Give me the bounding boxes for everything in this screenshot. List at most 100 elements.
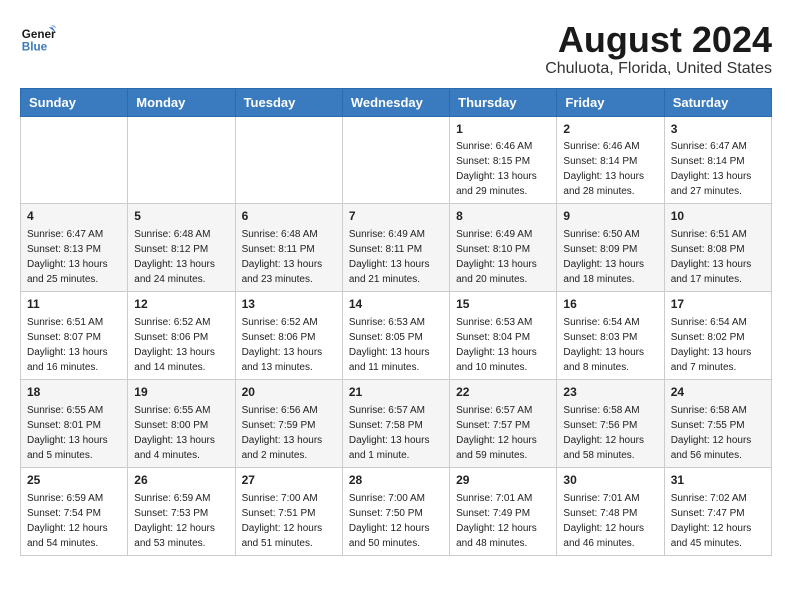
day-info: Sunrise: 6:57 AM Sunset: 7:57 PM Dayligh… (456, 403, 550, 463)
calendar-day-24: 24 Sunrise: 6:58 AM Sunset: 7:55 PM Dayli… (664, 379, 771, 467)
day-number: 18 (27, 384, 121, 401)
calendar-day-31: 31 Sunrise: 7:02 AM Sunset: 7:47 PM Dayli… (664, 467, 771, 555)
svg-text:Blue: Blue (22, 41, 48, 54)
day-info: Sunrise: 6:52 AM Sunset: 8:06 PM Dayligh… (134, 315, 228, 375)
day-info: Sunrise: 6:51 AM Sunset: 8:08 PM Dayligh… (671, 227, 765, 287)
day-number: 3 (671, 121, 765, 138)
day-number: 30 (563, 472, 657, 489)
day-number: 10 (671, 208, 765, 225)
day-number: 26 (134, 472, 228, 489)
day-info: Sunrise: 6:49 AM Sunset: 8:10 PM Dayligh… (456, 227, 550, 287)
day-info: Sunrise: 6:54 AM Sunset: 8:02 PM Dayligh… (671, 315, 765, 375)
day-header-monday: Monday (128, 88, 235, 116)
calendar-day-10: 10 Sunrise: 6:51 AM Sunset: 8:08 PM Dayli… (664, 204, 771, 292)
svg-text:General: General (22, 28, 56, 41)
calendar-day-15: 15 Sunrise: 6:53 AM Sunset: 8:04 PM Dayli… (450, 292, 557, 380)
calendar-day-17: 17Sunrise: 6:54 AM Sunset: 8:02 PM Dayli… (664, 292, 771, 380)
calendar-day-5: 5 Sunrise: 6:48 AM Sunset: 8:12 PM Daylig… (128, 204, 235, 292)
calendar-day-7: 7 Sunrise: 6:49 AM Sunset: 8:11 PM Daylig… (342, 204, 449, 292)
day-info: Sunrise: 6:58 AM Sunset: 7:56 PM Dayligh… (563, 403, 657, 463)
day-number: 27 (242, 472, 336, 489)
day-number: 25 (27, 472, 121, 489)
day-info: Sunrise: 6:56 AM Sunset: 7:59 PM Dayligh… (242, 403, 336, 463)
day-info: Sunrise: 6:57 AM Sunset: 7:58 PM Dayligh… (349, 403, 443, 463)
day-number: 19 (134, 384, 228, 401)
day-number: 23 (563, 384, 657, 401)
day-info: Sunrise: 7:02 AM Sunset: 7:47 PM Dayligh… (671, 491, 765, 551)
day-number: 31 (671, 472, 765, 489)
day-number: 15 (456, 296, 550, 313)
header: General Blue August 2024 Chuluota, Flori… (20, 20, 772, 78)
calendar-day-empty (128, 116, 235, 204)
calendar-day-22: 22Sunrise: 6:57 AM Sunset: 7:57 PM Dayli… (450, 379, 557, 467)
day-number: 2 (563, 121, 657, 138)
day-number: 9 (563, 208, 657, 225)
day-info: Sunrise: 6:46 AM Sunset: 8:14 PM Dayligh… (563, 139, 657, 199)
calendar-day-8: 8 Sunrise: 6:49 AM Sunset: 8:10 PM Daylig… (450, 204, 557, 292)
day-info: Sunrise: 6:52 AM Sunset: 8:06 PM Dayligh… (242, 315, 336, 375)
calendar-day-empty (342, 116, 449, 204)
day-number: 7 (349, 208, 443, 225)
day-info: Sunrise: 6:48 AM Sunset: 8:11 PM Dayligh… (242, 227, 336, 287)
day-number: 6 (242, 208, 336, 225)
calendar-day-14: 14Sunrise: 6:53 AM Sunset: 8:05 PM Dayli… (342, 292, 449, 380)
day-info: Sunrise: 6:50 AM Sunset: 8:09 PM Dayligh… (563, 227, 657, 287)
day-info: Sunrise: 7:00 AM Sunset: 7:50 PM Dayligh… (349, 491, 443, 551)
day-info: Sunrise: 6:46 AM Sunset: 8:15 PM Dayligh… (456, 139, 550, 199)
day-header-friday: Friday (557, 88, 664, 116)
calendar-day-empty (235, 116, 342, 204)
calendar-day-29: 29Sunrise: 7:01 AM Sunset: 7:49 PM Dayli… (450, 467, 557, 555)
day-number: 11 (27, 296, 121, 313)
calendar-day-3: 3Sunrise: 6:47 AM Sunset: 8:14 PM Daylig… (664, 116, 771, 204)
calendar-day-21: 21 Sunrise: 6:57 AM Sunset: 7:58 PM Dayli… (342, 379, 449, 467)
calendar-week-row: 1Sunrise: 6:46 AM Sunset: 8:15 PM Daylig… (21, 116, 772, 204)
day-info: Sunrise: 6:55 AM Sunset: 8:00 PM Dayligh… (134, 403, 228, 463)
day-info: Sunrise: 6:59 AM Sunset: 7:53 PM Dayligh… (134, 491, 228, 551)
calendar-day-30: 30 Sunrise: 7:01 AM Sunset: 7:48 PM Dayli… (557, 467, 664, 555)
logo: General Blue (20, 20, 56, 56)
logo-icon: General Blue (20, 20, 56, 56)
calendar-day-18: 18 Sunrise: 6:55 AM Sunset: 8:01 PM Dayli… (21, 379, 128, 467)
day-info: Sunrise: 6:51 AM Sunset: 8:07 PM Dayligh… (27, 315, 121, 375)
calendar-day-12: 12 Sunrise: 6:52 AM Sunset: 8:06 PM Dayli… (128, 292, 235, 380)
day-info: Sunrise: 6:48 AM Sunset: 8:12 PM Dayligh… (134, 227, 228, 287)
day-info: Sunrise: 6:58 AM Sunset: 7:55 PM Dayligh… (671, 403, 765, 463)
day-info: Sunrise: 7:00 AM Sunset: 7:51 PM Dayligh… (242, 491, 336, 551)
calendar-day-6: 6 Sunrise: 6:48 AM Sunset: 8:11 PM Daylig… (235, 204, 342, 292)
day-number: 12 (134, 296, 228, 313)
calendar: SundayMondayTuesdayWednesdayThursdayFrid… (20, 88, 772, 556)
day-number: 5 (134, 208, 228, 225)
day-info: Sunrise: 6:54 AM Sunset: 8:03 PM Dayligh… (563, 315, 657, 375)
calendar-day-19: 19 Sunrise: 6:55 AM Sunset: 8:00 PM Dayli… (128, 379, 235, 467)
day-info: Sunrise: 6:49 AM Sunset: 8:11 PM Dayligh… (349, 227, 443, 287)
calendar-day-28: 28 Sunrise: 7:00 AM Sunset: 7:50 PM Dayli… (342, 467, 449, 555)
calendar-day-13: 13Sunrise: 6:52 AM Sunset: 8:06 PM Dayli… (235, 292, 342, 380)
page-title: August 2024 (545, 20, 772, 60)
day-info: Sunrise: 6:53 AM Sunset: 8:04 PM Dayligh… (456, 315, 550, 375)
calendar-day-empty (21, 116, 128, 204)
day-info: Sunrise: 6:53 AM Sunset: 8:05 PM Dayligh… (349, 315, 443, 375)
calendar-day-25: 25 Sunrise: 6:59 AM Sunset: 7:54 PM Dayli… (21, 467, 128, 555)
calendar-week-row: 25 Sunrise: 6:59 AM Sunset: 7:54 PM Dayli… (21, 467, 772, 555)
day-number: 16 (563, 296, 657, 313)
day-header-wednesday: Wednesday (342, 88, 449, 116)
day-info: Sunrise: 6:47 AM Sunset: 8:14 PM Dayligh… (671, 139, 765, 199)
day-info: Sunrise: 6:47 AM Sunset: 8:13 PM Dayligh… (27, 227, 121, 287)
day-info: Sunrise: 6:55 AM Sunset: 8:01 PM Dayligh… (27, 403, 121, 463)
title-area: August 2024 Chuluota, Florida, United St… (545, 20, 772, 78)
day-number: 8 (456, 208, 550, 225)
day-info: Sunrise: 7:01 AM Sunset: 7:48 PM Dayligh… (563, 491, 657, 551)
calendar-day-27: 27 Sunrise: 7:00 AM Sunset: 7:51 PM Dayli… (235, 467, 342, 555)
calendar-day-20: 20Sunrise: 6:56 AM Sunset: 7:59 PM Dayli… (235, 379, 342, 467)
day-header-tuesday: Tuesday (235, 88, 342, 116)
calendar-day-4: 4Sunrise: 6:47 AM Sunset: 8:13 PM Daylig… (21, 204, 128, 292)
page-subtitle: Chuluota, Florida, United States (545, 60, 772, 78)
day-number: 21 (349, 384, 443, 401)
calendar-week-row: 11 Sunrise: 6:51 AM Sunset: 8:07 PM Dayli… (21, 292, 772, 380)
day-header-thursday: Thursday (450, 88, 557, 116)
day-number: 28 (349, 472, 443, 489)
day-number: 24 (671, 384, 765, 401)
calendar-header-row: SundayMondayTuesdayWednesdayThursdayFrid… (21, 88, 772, 116)
day-header-saturday: Saturday (664, 88, 771, 116)
day-info: Sunrise: 6:59 AM Sunset: 7:54 PM Dayligh… (27, 491, 121, 551)
